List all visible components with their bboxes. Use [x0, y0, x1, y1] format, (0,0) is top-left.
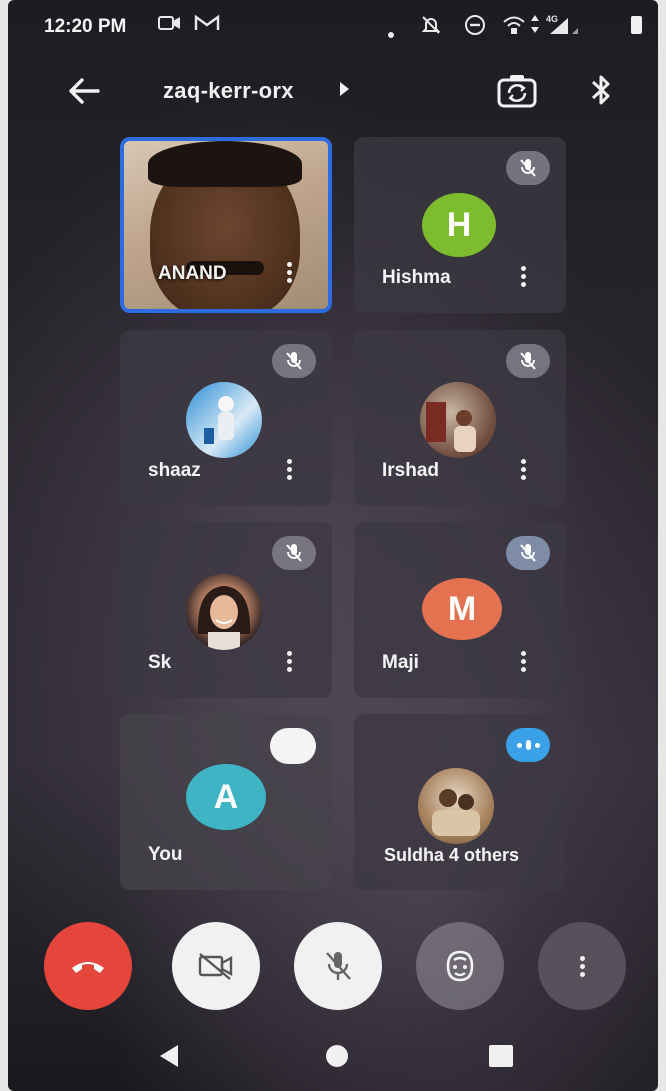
avatar: M	[422, 578, 502, 640]
avatar	[420, 382, 496, 458]
wifi-calling-icon	[502, 14, 526, 41]
bluetooth-icon	[591, 75, 610, 105]
profile-photo	[432, 789, 480, 836]
participant-tile-shaaz[interactable]: shaaz	[120, 330, 332, 506]
status-badge	[270, 728, 316, 764]
notifications-off-icon	[420, 14, 442, 41]
participant-name: Suldha 4 others	[384, 845, 520, 865]
switch-camera-button[interactable]	[496, 72, 538, 110]
participant-menu-button[interactable]	[284, 259, 294, 289]
chevron-right-icon[interactable]	[340, 82, 349, 96]
dot-icon	[388, 22, 394, 43]
participant-menu-button[interactable]	[518, 263, 528, 293]
profile-photo	[204, 396, 234, 444]
participant-menu-button[interactable]	[284, 648, 294, 678]
meeting-code[interactable]: zaq-kerr-orx	[163, 78, 294, 104]
participant-menu-button[interactable]	[518, 648, 528, 678]
mic-off-icon	[286, 352, 302, 370]
mic-off-badge	[506, 344, 550, 378]
participant-name: Sk	[148, 652, 172, 673]
participant-menu-button[interactable]	[284, 456, 294, 486]
signal-4g-icon: 4G	[546, 14, 580, 41]
svg-text:4G: 4G	[546, 14, 558, 24]
avatar	[186, 382, 262, 458]
battery-icon	[631, 16, 642, 34]
camera-toggle-button[interactable]	[172, 922, 260, 1010]
mic-off-badge	[506, 536, 550, 570]
arrow-left-icon	[69, 78, 100, 104]
mic-off-badge	[506, 151, 550, 185]
profile-photo	[197, 586, 251, 650]
mic-off-icon	[520, 352, 536, 370]
effects-button[interactable]	[416, 922, 504, 1010]
call-end-icon	[72, 962, 104, 973]
mic-off-icon	[326, 952, 351, 980]
participant-tile-you[interactable]: A You	[120, 714, 332, 890]
participant-tile-anand[interactable]: ANAND	[120, 137, 332, 313]
participant-tile-maji[interactable]: M Maji	[354, 522, 566, 698]
bluetooth-button[interactable]	[586, 72, 616, 108]
nav-home-button[interactable]	[326, 1045, 348, 1067]
mic-off-icon	[520, 544, 536, 562]
status-time: 12:20 PM	[44, 16, 127, 37]
status-bar: 12:20 PM 4G	[8, 0, 658, 52]
avatar: A	[186, 764, 266, 830]
switch-camera-icon	[497, 75, 537, 108]
participant-name: ANAND	[158, 263, 227, 284]
end-call-button[interactable]	[44, 922, 132, 1010]
participant-name: Maji	[382, 652, 419, 673]
participant-name: Irshad	[382, 460, 440, 481]
more-options-button[interactable]	[538, 922, 626, 1010]
mic-off-icon	[286, 544, 302, 562]
participant-menu-button[interactable]	[518, 456, 528, 486]
participant-name: Hishma	[382, 267, 451, 288]
mic-off-badge	[272, 536, 316, 570]
camera-off-icon	[198, 953, 233, 980]
participant-name: You	[148, 844, 183, 865]
meet-screen: 12:20 PM 4G zaq-kerr-orx ANAND H Hishma …	[8, 0, 658, 1091]
back-button[interactable]	[66, 76, 102, 106]
participant-tile-others[interactable]: Suldha 4 others	[354, 714, 566, 890]
do-not-disturb-icon	[464, 14, 486, 41]
profile-photo	[426, 402, 476, 452]
speaking-indicator	[506, 728, 550, 762]
gmail-icon	[194, 14, 220, 37]
nav-recents-button[interactable]	[489, 1045, 513, 1067]
participant-tile-hishma[interactable]: H Hishma	[354, 137, 566, 313]
nav-back-button[interactable]	[160, 1045, 178, 1067]
participant-tile-sk[interactable]: Sk	[120, 522, 332, 698]
mic-off-icon	[520, 159, 536, 177]
data-arrows-icon	[530, 14, 540, 37]
more-vertical-icon	[579, 953, 585, 980]
mic-toggle-button[interactable]	[294, 922, 382, 1010]
face-effects-icon	[446, 950, 474, 982]
avatar	[186, 574, 262, 650]
participant-tile-irshad[interactable]: Irshad	[354, 330, 566, 506]
participant-name: shaaz	[148, 460, 201, 481]
mic-off-badge	[272, 344, 316, 378]
avatar	[418, 768, 494, 844]
video-icon	[158, 14, 182, 37]
avatar: H	[422, 193, 496, 257]
